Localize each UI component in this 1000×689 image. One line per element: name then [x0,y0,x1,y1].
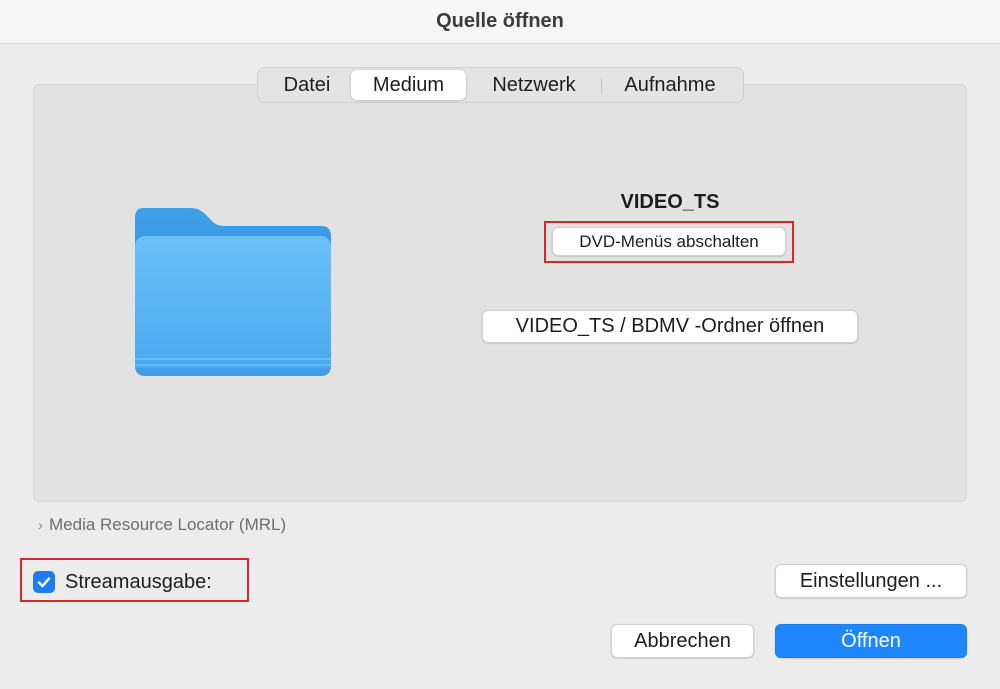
settings-button[interactable]: Einstellungen ... [775,564,967,598]
tab-aufnahme[interactable]: Aufnahme [604,70,736,100]
title-bar: Quelle öffnen [0,0,1000,44]
tab-netzwerk[interactable]: Netzwerk [468,70,600,100]
tab-bar: Datei Medium Netzwerk Aufnahme [257,67,744,103]
chevron-right-icon: › [38,516,43,534]
tab-medium[interactable]: Medium [351,70,466,100]
window-title: Quelle öffnen [436,10,564,32]
disable-dvd-menus-button[interactable]: DVD-Menüs abschalten [552,227,786,256]
disc-source-name: VIDEO_TS [620,191,720,213]
open-video-ts-folder-button[interactable]: VIDEO_TS / BDMV -Ordner öffnen [482,310,858,343]
mrl-disclosure[interactable]: › Media Resource Locator (MRL) [38,514,286,536]
tab-separator [601,78,602,94]
tab-datei[interactable]: Datei [264,70,350,100]
open-button[interactable]: Öffnen [775,624,967,658]
stream-output-label: Streamausgabe: [65,570,212,593]
mrl-label: Media Resource Locator (MRL) [49,515,287,534]
stream-output-checkbox[interactable] [33,571,55,593]
folder-icon [133,208,333,378]
checkmark-icon [37,577,51,588]
stream-output-row: Streamausgabe: [33,568,212,596]
cancel-button[interactable]: Abbrechen [611,624,754,658]
